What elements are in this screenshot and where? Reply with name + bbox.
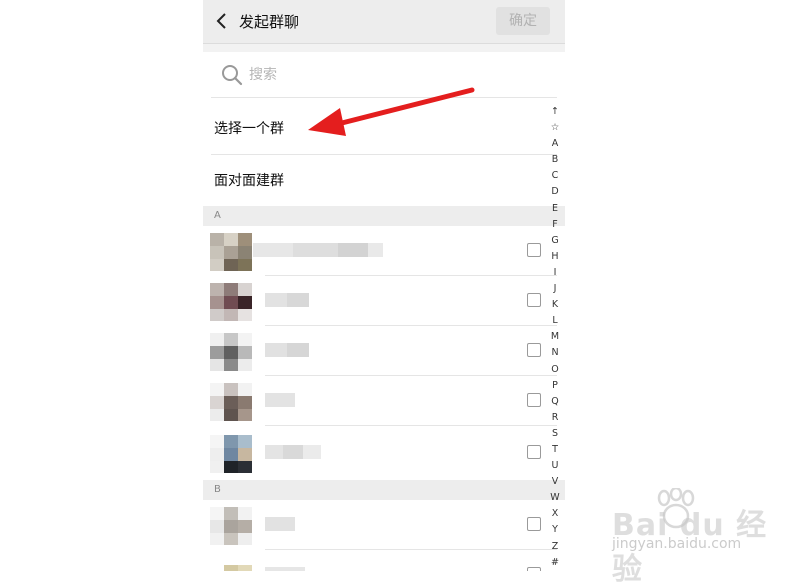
avatar — [210, 435, 252, 473]
blurred-contact-name — [265, 517, 295, 531]
select-checkbox[interactable] — [527, 445, 541, 459]
index-letter[interactable]: E — [552, 201, 558, 217]
index-letter[interactable]: Y — [552, 522, 558, 538]
index-letter[interactable]: I — [554, 265, 557, 281]
watermark-url: jingyan.baidu.com — [612, 536, 742, 552]
index-letter[interactable]: ☆ — [551, 120, 560, 136]
select-group-item[interactable]: 选择一个群 — [214, 104, 549, 154]
index-letter[interactable]: ↑ — [551, 104, 559, 120]
index-letter[interactable]: # — [551, 555, 559, 571]
section-header-a: A — [203, 206, 565, 226]
index-letter[interactable]: D — [551, 184, 558, 200]
index-letter[interactable]: W — [550, 490, 559, 506]
chevron-left-icon[interactable] — [215, 11, 229, 31]
contact-row[interactable] — [203, 326, 565, 376]
select-checkbox[interactable] — [527, 567, 541, 571]
avatar — [210, 383, 252, 421]
index-letter[interactable]: X — [552, 506, 559, 522]
index-letter[interactable]: T — [552, 442, 558, 458]
section-header-b: B — [203, 480, 565, 500]
avatar — [210, 333, 252, 371]
index-letter[interactable]: O — [551, 362, 558, 378]
index-letter[interactable]: F — [552, 217, 557, 233]
index-letter[interactable]: P — [552, 378, 558, 394]
index-letter[interactable]: K — [552, 297, 558, 313]
blurred-contact-name — [265, 343, 309, 357]
index-letter[interactable]: B — [552, 152, 559, 168]
menu-divider — [211, 154, 557, 155]
avatar — [210, 557, 252, 571]
blurred-contact-name — [265, 293, 309, 307]
row-divider — [265, 425, 557, 426]
search-input[interactable] — [249, 63, 539, 87]
index-letter[interactable]: R — [552, 410, 559, 426]
alphabet-index-bar[interactable]: ↑ ☆ A B C D E F G H I J K L M N O P Q R S T U V W X Y Z # — [545, 104, 565, 571]
blurred-contact-name — [265, 567, 305, 571]
contact-row[interactable] — [203, 276, 565, 326]
index-letter[interactable]: U — [552, 458, 559, 474]
index-letter[interactable]: V — [552, 474, 559, 490]
select-checkbox[interactable] — [527, 243, 541, 257]
blurred-contact-name — [265, 445, 321, 459]
avatar — [210, 507, 252, 545]
page-title: 发起群聊 — [239, 13, 300, 31]
avatar — [210, 283, 252, 321]
confirm-button[interactable]: 确定 — [496, 7, 550, 35]
contact-row[interactable] — [203, 500, 565, 550]
index-letter[interactable]: G — [551, 233, 558, 249]
select-checkbox[interactable] — [527, 343, 541, 357]
index-letter[interactable]: J — [554, 281, 557, 297]
select-checkbox[interactable] — [527, 293, 541, 307]
index-letter[interactable]: L — [552, 313, 557, 329]
blurred-contact-name — [265, 393, 295, 407]
phone-screen: 发起群聊 确定 选择一个群 面对面建群 A — [203, 0, 565, 571]
search-icon — [222, 65, 243, 86]
nav-bar: 发起群聊 确定 — [203, 0, 565, 44]
blurred-contact-name — [253, 243, 383, 257]
header-gap — [203, 44, 565, 52]
face-to-face-group-item[interactable]: 面对面建群 — [214, 156, 549, 206]
select-checkbox[interactable] — [527, 393, 541, 407]
index-letter[interactable]: H — [551, 249, 558, 265]
avatar — [210, 233, 252, 271]
index-letter[interactable]: Q — [551, 394, 558, 410]
index-letter[interactable]: C — [552, 168, 559, 184]
search-bar — [211, 53, 557, 98]
index-letter[interactable]: M — [551, 329, 559, 345]
contact-row[interactable] — [203, 376, 565, 426]
contact-row[interactable] — [203, 550, 565, 571]
select-checkbox[interactable] — [527, 517, 541, 531]
contact-row[interactable] — [203, 226, 565, 276]
index-letter[interactable]: Z — [552, 539, 559, 555]
index-letter[interactable]: S — [552, 426, 558, 442]
index-letter[interactable]: N — [551, 345, 558, 361]
contact-row[interactable] — [203, 428, 565, 478]
index-letter[interactable]: A — [552, 136, 559, 152]
